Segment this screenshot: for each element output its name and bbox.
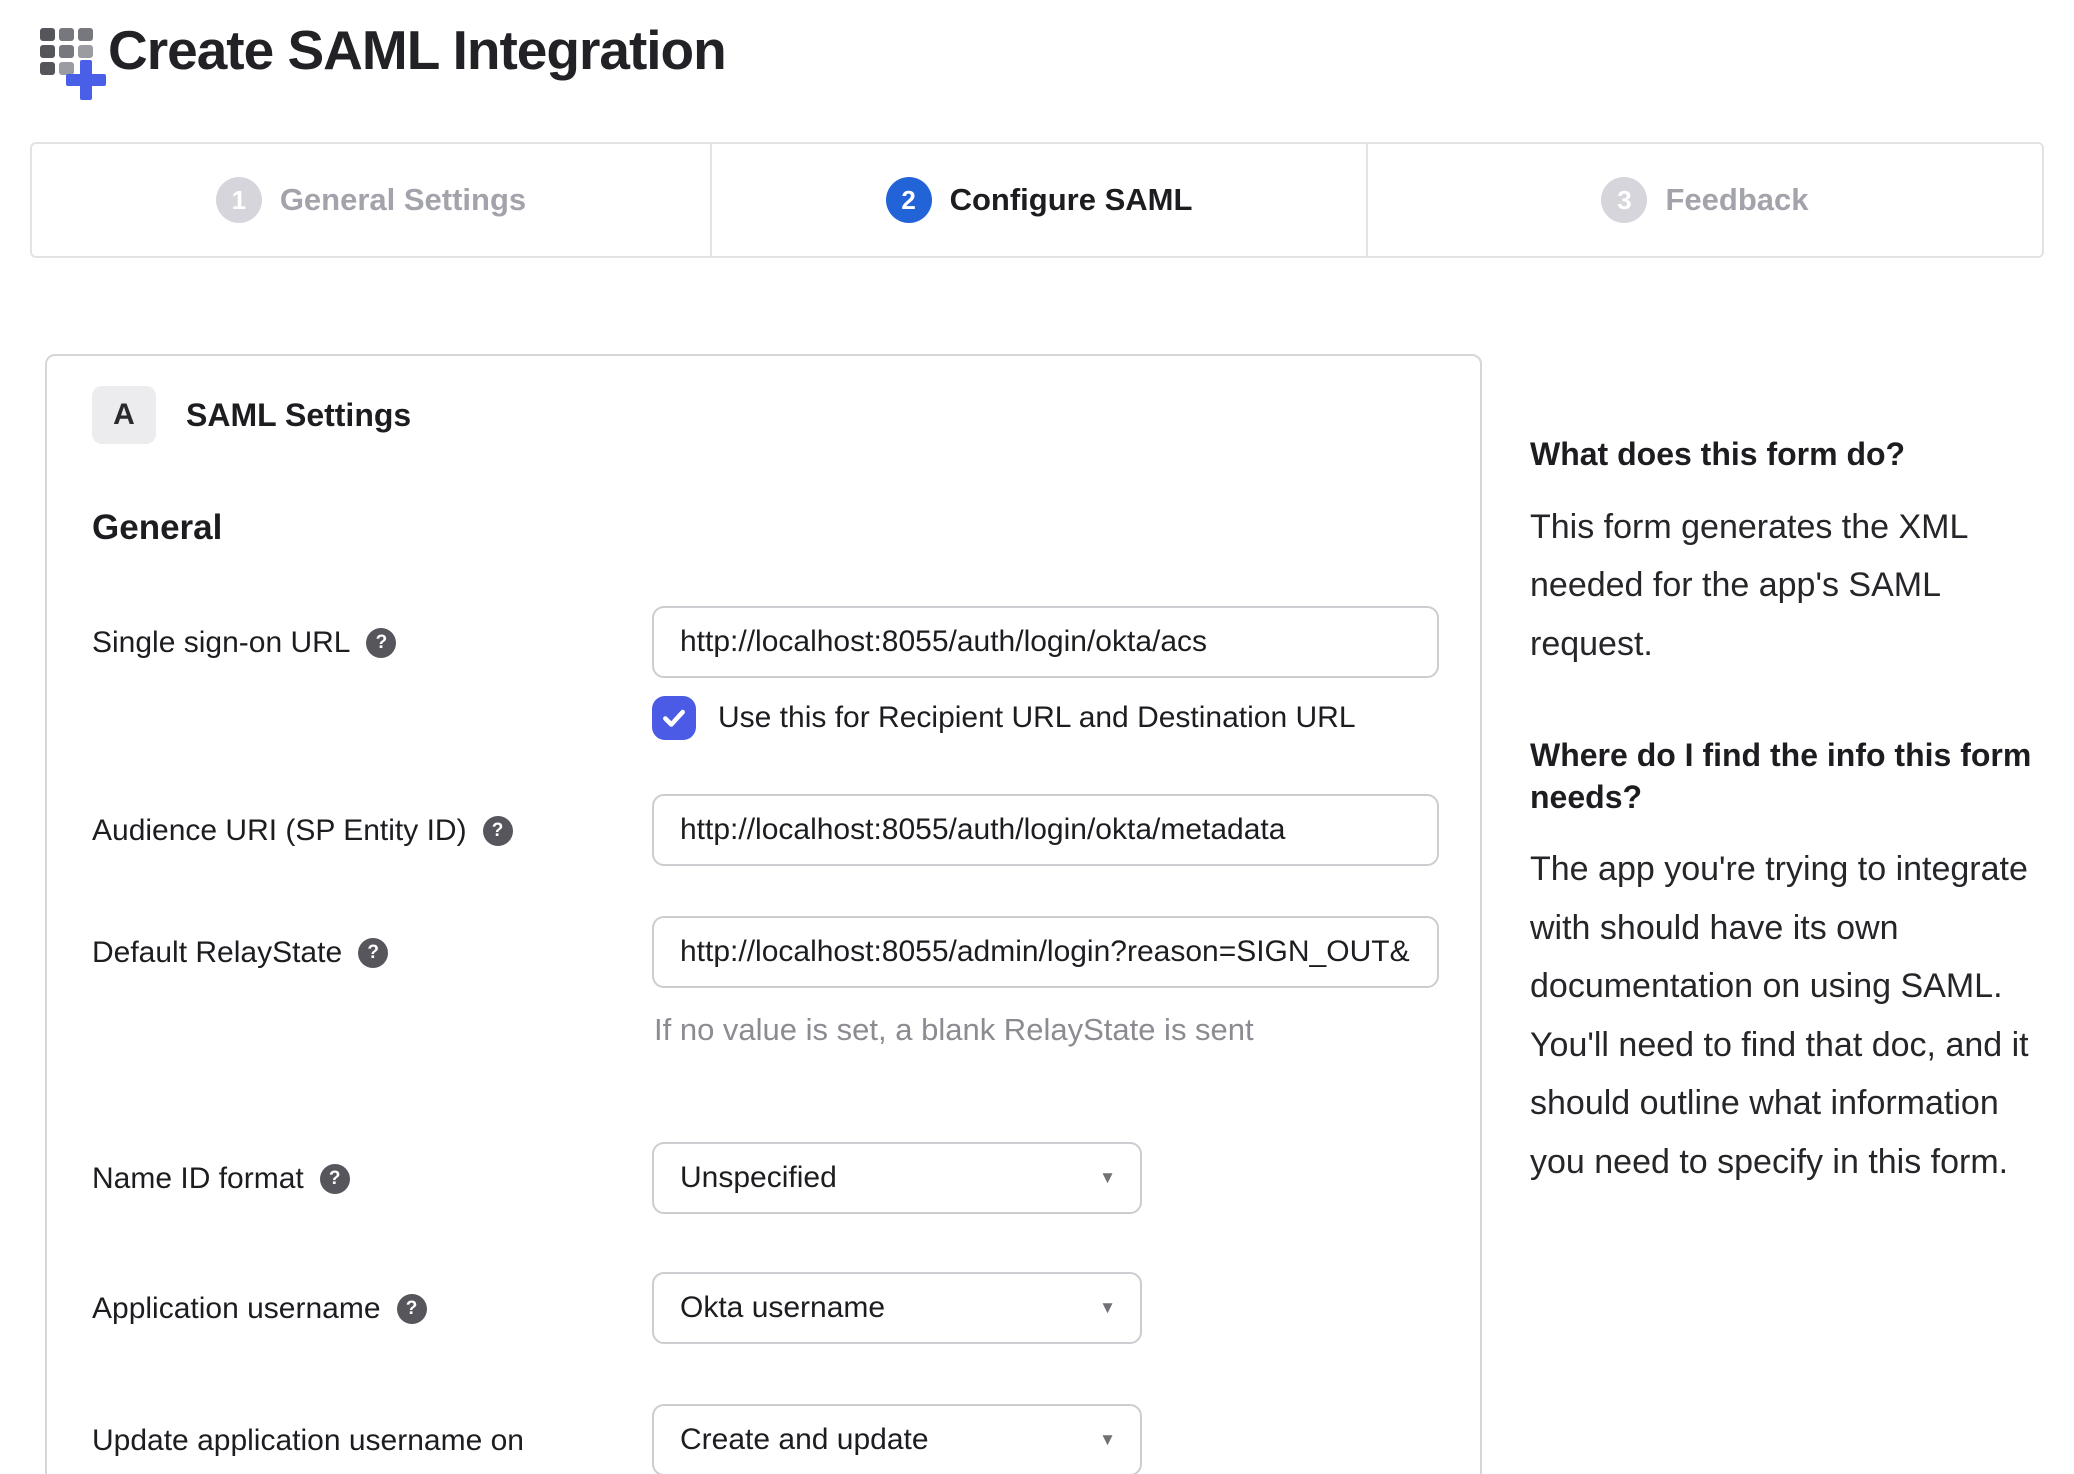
update-username-select[interactable]: Create and update ▼ [652, 1404, 1142, 1474]
name-id-format-help-icon[interactable]: ? [319, 1164, 350, 1194]
section-badge: A [92, 386, 156, 444]
use-for-recipient-label: Use this for Recipient URL and Destinati… [718, 701, 1356, 734]
help-body-what: This form generates the XML needed for t… [1530, 507, 1968, 663]
chevron-down-icon: ▼ [1099, 1298, 1116, 1317]
checkmark-icon [663, 709, 685, 727]
step-2-number: 2 [885, 177, 932, 223]
relay-state-hint: If no value is set, a blank RelayState i… [654, 1012, 1254, 1047]
page-header: Create SAML Integration [40, 16, 2074, 100]
wizard-steps: 1 General Settings 2 Configure SAML 3 Fe… [30, 142, 2044, 258]
application-username-label: Application username [92, 1292, 381, 1325]
relay-state-help-icon[interactable]: ? [358, 938, 389, 968]
step-1-label: General Settings [279, 182, 527, 217]
application-username-value: Okta username [680, 1291, 886, 1324]
chevron-down-icon: ▼ [1099, 1430, 1116, 1449]
relay-state-row: Default RelayState ? If no value is set,… [92, 916, 1439, 1048]
application-username-help-icon[interactable]: ? [396, 1294, 427, 1324]
audience-uri-input[interactable] [652, 794, 1439, 866]
step-1-number: 1 [215, 177, 262, 223]
help-section-where: Where do I find the info this form needs… [1530, 735, 2050, 1191]
name-id-format-value: Unspecified [680, 1161, 837, 1194]
audience-uri-help-icon[interactable]: ? [482, 816, 513, 846]
use-for-recipient-checkbox[interactable] [652, 696, 696, 740]
step-feedback[interactable]: 3 Feedback [1366, 144, 2042, 256]
step-3-label: Feedback [1665, 182, 1809, 217]
sso-url-help-icon[interactable]: ? [366, 628, 397, 658]
step-2-label: Configure SAML [949, 182, 1193, 217]
name-id-format-select[interactable]: Unspecified ▼ [652, 1142, 1142, 1214]
section-title: SAML Settings [186, 396, 412, 433]
update-username-label: Update application username on [92, 1424, 524, 1457]
relay-state-label: Default RelayState [92, 936, 343, 969]
update-username-value: Create and update [680, 1423, 929, 1456]
help-section-what: What does this form do? This form genera… [1530, 434, 2050, 673]
step-configure-saml[interactable]: 2 Configure SAML [710, 144, 1366, 256]
step-general-settings[interactable]: 1 General Settings [32, 144, 710, 256]
relay-state-input[interactable] [652, 916, 1439, 988]
application-username-row: Application username ? Okta username ▼ [92, 1272, 1435, 1344]
sso-url-row: Single sign-on URL ? Use this for Recipi… [92, 606, 1439, 740]
page-title: Create SAML Integration [108, 19, 727, 81]
help-sidebar: What does this form do? This form genera… [1530, 354, 2050, 1191]
sso-url-label: Single sign-on URL [92, 626, 351, 659]
saml-settings-card: A SAML Settings General Single sign-on U… [45, 354, 1482, 1474]
help-heading-what: What does this form do? [1530, 436, 1906, 472]
chevron-down-icon: ▼ [1099, 1168, 1116, 1187]
audience-uri-row: Audience URI (SP Entity ID) ? [92, 794, 1439, 866]
application-username-select[interactable]: Okta username ▼ [652, 1272, 1142, 1344]
sso-url-input[interactable] [652, 606, 1439, 678]
help-heading-where: Where do I find the info this form needs… [1530, 737, 2032, 815]
update-username-row: Update application username on Create an… [92, 1404, 1435, 1474]
help-body-where: The app you're trying to integrate with … [1530, 850, 2029, 1181]
name-id-format-row: Name ID format ? Unspecified ▼ [92, 1142, 1435, 1214]
audience-uri-label: Audience URI (SP Entity ID) [92, 814, 467, 847]
name-id-format-label: Name ID format [92, 1162, 304, 1195]
step-3-number: 3 [1601, 177, 1648, 223]
general-group-title: General [92, 508, 223, 547]
app-grid-plus-icon [40, 28, 106, 100]
